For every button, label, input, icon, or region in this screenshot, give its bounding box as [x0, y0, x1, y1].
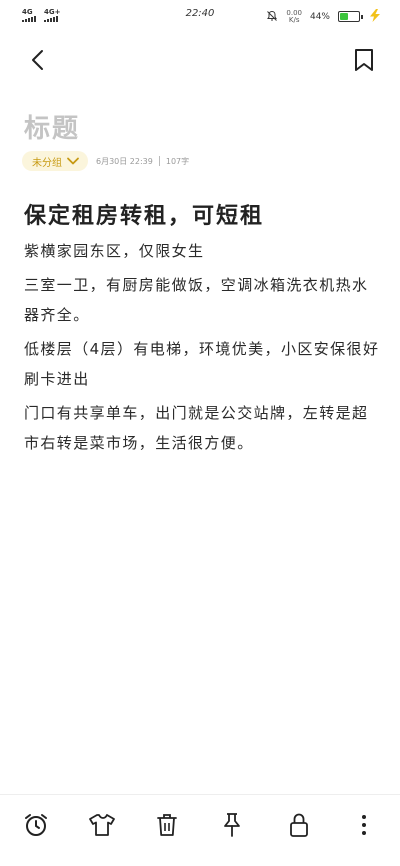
- chevron-down-icon: [67, 157, 79, 165]
- status-icons: 0.00 K/s 44%: [266, 7, 382, 26]
- folder-selector[interactable]: 未分组: [22, 151, 88, 171]
- bookmark-icon: [355, 49, 373, 71]
- delete-button[interactable]: [151, 809, 183, 841]
- more-vertical-icon: [362, 815, 366, 835]
- note-info: 6月30日 22:39 107字: [96, 156, 189, 167]
- battery-icon: [338, 11, 363, 22]
- reminder-button[interactable]: [20, 809, 52, 841]
- chevron-left-icon: [32, 50, 43, 70]
- divider: [158, 156, 160, 166]
- note-meta: 未分组 6月30日 22:39 107字: [22, 150, 189, 172]
- note-title-input[interactable]: 标题: [24, 108, 80, 145]
- char-count: 107字: [165, 156, 190, 166]
- network-speed-unit: K/s: [288, 15, 300, 24]
- note-body[interactable]: 紫横家园东区，仅限女生 三室一卫，有厨房能做饭，空调冰箱洗衣机热水器齐全。 低楼…: [24, 236, 380, 462]
- note-paragraph: 门口有共享单车，出门就是公交站牌，左转是超市右转是菜市场，生活很方便。: [24, 404, 369, 452]
- more-button[interactable]: [348, 809, 380, 841]
- battery-percent: 44%: [309, 11, 330, 22]
- trash-icon: [157, 814, 177, 836]
- alarm-clock-icon: [25, 814, 47, 836]
- lock-icon: [290, 813, 308, 837]
- note-heading[interactable]: 保定租房转租，可短租: [24, 198, 264, 230]
- pin-button[interactable]: [216, 809, 248, 841]
- bookmark-button[interactable]: [350, 44, 378, 76]
- note-paragraph: 三室一卫，有厨房能做饭，空调冰箱洗衣机热水器齐全。: [24, 276, 369, 324]
- shirt-icon: [89, 814, 115, 836]
- folder-label: 未分组: [32, 157, 62, 169]
- note-paragraph: 低楼层（4层）有电梯，环境优美，小区安保很好刷卡进出: [24, 340, 380, 388]
- bell-off-icon: [266, 7, 278, 26]
- pin-icon: [224, 813, 240, 837]
- network-speed: 0.00 K/s: [286, 9, 302, 24]
- skin-button[interactable]: [86, 809, 118, 841]
- lightning-icon: [368, 7, 382, 26]
- back-button[interactable]: [24, 44, 52, 76]
- lock-button[interactable]: [283, 809, 315, 841]
- note-date: 6月30日 22:39: [96, 156, 153, 166]
- status-bar: 4G 4G+ 22:40 0.00 K/s 44%: [0, 0, 400, 30]
- note-paragraph: 紫横家园东区，仅限女生: [24, 242, 205, 260]
- top-nav: [0, 40, 400, 80]
- battery-fill: [340, 13, 348, 20]
- bottom-toolbar: [0, 794, 400, 866]
